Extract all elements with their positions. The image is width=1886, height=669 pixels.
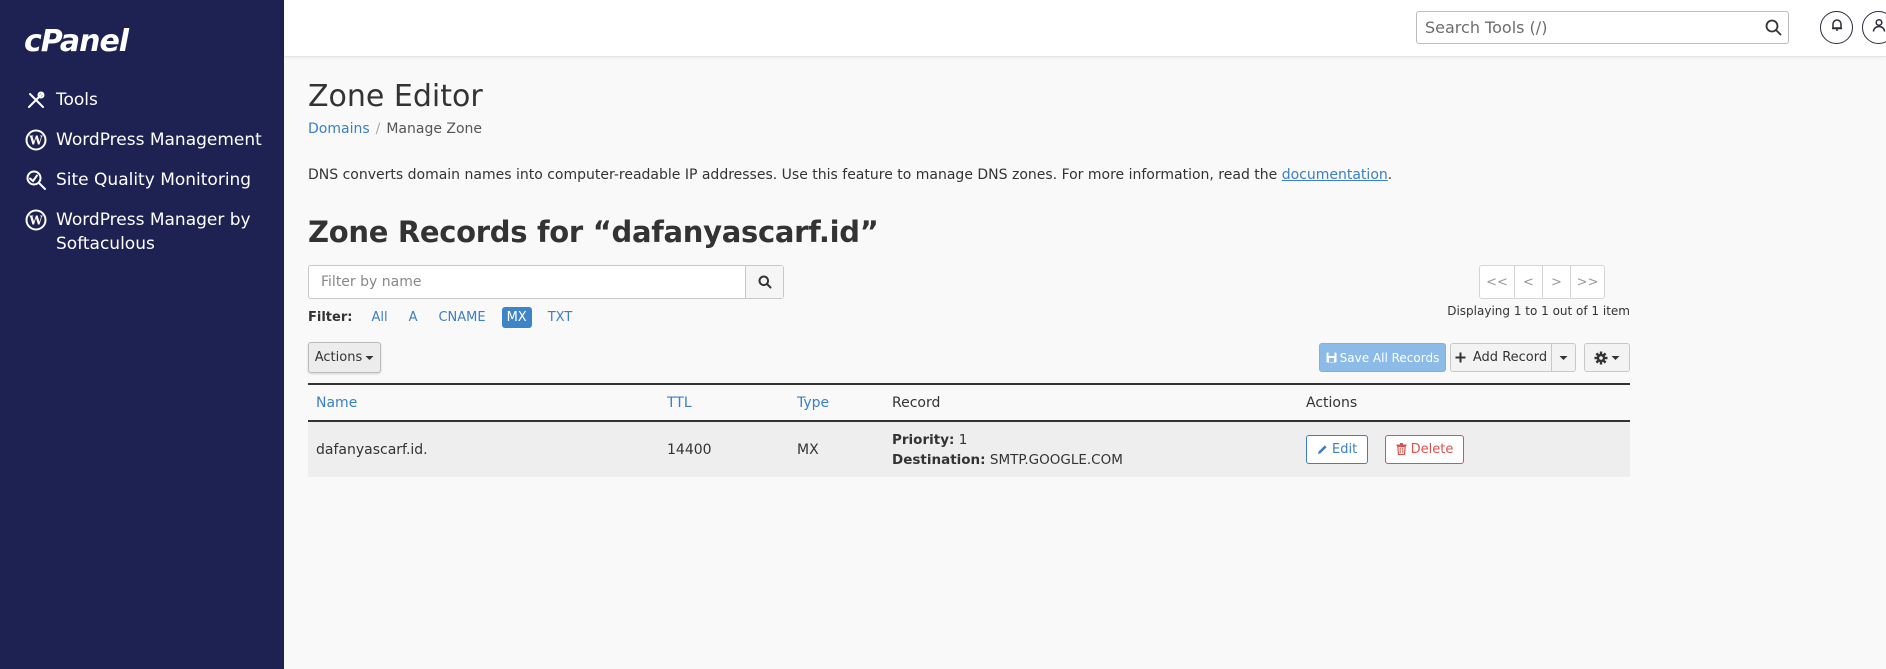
svg-text:W: W bbox=[28, 134, 43, 148]
save-all-label: Save All Records bbox=[1339, 350, 1440, 365]
destination-value: SMTP.GOOGLE.COM bbox=[989, 451, 1123, 468]
page-description: DNS converts domain names into computer-… bbox=[308, 167, 1392, 183]
filter-all[interactable]: All bbox=[366, 307, 392, 328]
save-all-records-button[interactable]: Save All Records bbox=[1319, 343, 1446, 372]
add-record-button[interactable]: Add Record bbox=[1450, 343, 1552, 372]
cpanel-logo[interactable]: cPanel bbox=[24, 24, 129, 59]
column-header-record: Record bbox=[884, 383, 1298, 422]
save-icon bbox=[1326, 352, 1337, 363]
filter-label: Filter: bbox=[308, 310, 353, 325]
page-last-button[interactable]: >> bbox=[1570, 265, 1605, 299]
cell-type: MX bbox=[789, 421, 884, 477]
actions-label: Actions bbox=[314, 350, 363, 365]
filter-search-button[interactable] bbox=[745, 266, 783, 298]
sidebar-item-wordpress-management[interactable]: W WordPress Management bbox=[0, 128, 284, 152]
column-header-type[interactable]: Type bbox=[789, 383, 884, 422]
description-text: DNS converts domain names into computer-… bbox=[308, 167, 1282, 183]
sidebar-item-label: Site Quality Monitoring bbox=[56, 170, 252, 190]
filter-cname[interactable]: CNAME bbox=[433, 307, 490, 328]
page-title: Zone Editor bbox=[308, 79, 483, 114]
documentation-link[interactable]: documentation bbox=[1282, 167, 1388, 183]
user-menu-button[interactable] bbox=[1862, 11, 1886, 44]
sidebar: cPanel Tools W WordPress Management Site… bbox=[0, 0, 284, 669]
page-next-button[interactable]: > bbox=[1542, 265, 1571, 299]
breadcrumb-domains-link[interactable]: Domains bbox=[308, 121, 370, 137]
site-quality-icon bbox=[24, 168, 48, 192]
sidebar-item-label: WordPress Manager by Softaculous bbox=[56, 210, 251, 254]
cell-record: Priority: 1 Destination: SMTP.GOOGLE.COM bbox=[884, 421, 1298, 477]
search-tools bbox=[1416, 11, 1789, 44]
zone-records-table: Name TTL Type Record Actions dafanyascar… bbox=[308, 383, 1630, 477]
destination-label: Destination: bbox=[892, 451, 986, 468]
cell-ttl: 14400 bbox=[659, 421, 789, 477]
filter-search bbox=[308, 265, 784, 299]
notifications-button[interactable] bbox=[1820, 11, 1853, 44]
record-type-filters: Filter: All A CNAME MX TXT bbox=[308, 307, 588, 328]
table-row: dafanyascarf.id. 14400 MX Priority: 1 De… bbox=[308, 421, 1630, 477]
pagination: << < > >> bbox=[1479, 265, 1605, 299]
column-header-actions: Actions bbox=[1298, 383, 1630, 422]
gear-icon bbox=[1594, 351, 1608, 364]
priority-value: 1 bbox=[958, 431, 968, 448]
sidebar-item-site-quality-monitoring[interactable]: Site Quality Monitoring bbox=[0, 168, 284, 192]
page-prev-button[interactable]: < bbox=[1514, 265, 1543, 299]
caret-down-icon bbox=[365, 355, 374, 360]
table-header-row: Name TTL Type Record Actions bbox=[308, 383, 1630, 422]
description-end: . bbox=[1387, 167, 1393, 183]
filter-by-name-input[interactable] bbox=[309, 266, 745, 298]
search-icon bbox=[758, 275, 771, 289]
record-destination: Destination: SMTP.GOOGLE.COM bbox=[892, 450, 1298, 470]
cell-name: dafanyascarf.id. bbox=[308, 421, 659, 477]
column-header-name[interactable]: Name bbox=[308, 383, 659, 422]
top-bar bbox=[284, 0, 1886, 57]
search-input[interactable] bbox=[1417, 12, 1737, 43]
sidebar-nav: Tools W WordPress Management Site Qualit… bbox=[0, 88, 284, 272]
wordpress-icon: W bbox=[24, 208, 48, 232]
page-first-button[interactable]: << bbox=[1479, 265, 1515, 299]
pagination-summary: Displaying 1 to 1 out of 1 item bbox=[1447, 304, 1630, 318]
user-icon bbox=[1872, 18, 1886, 37]
add-record-dropdown-toggle[interactable] bbox=[1551, 343, 1576, 372]
sidebar-item-wordpress-manager-softaculous[interactable]: W WordPress Manager by Softaculous bbox=[0, 208, 284, 256]
add-record-label: Add Record bbox=[1472, 350, 1548, 365]
edit-label: Edit bbox=[1332, 442, 1358, 458]
delete-button[interactable]: Delete bbox=[1384, 434, 1465, 464]
record-priority: Priority: 1 bbox=[892, 430, 1298, 450]
caret-down-icon bbox=[1559, 355, 1568, 360]
delete-label: Delete bbox=[1410, 441, 1454, 457]
filter-a[interactable]: A bbox=[404, 307, 423, 328]
sidebar-item-label: WordPress Management bbox=[56, 130, 262, 150]
plus-icon bbox=[1455, 352, 1466, 363]
priority-label: Priority: bbox=[892, 431, 955, 448]
actions-dropdown-button[interactable]: Actions bbox=[308, 342, 381, 373]
column-header-ttl[interactable]: TTL bbox=[659, 383, 789, 422]
filter-mx[interactable]: MX bbox=[501, 307, 532, 328]
tools-icon bbox=[24, 88, 48, 112]
cell-actions: Edit Delete bbox=[1298, 421, 1630, 477]
breadcrumb-current: Manage Zone bbox=[386, 121, 483, 137]
svg-text:W: W bbox=[28, 214, 43, 228]
breadcrumb-separator: / bbox=[375, 121, 381, 137]
search-icon[interactable] bbox=[1765, 19, 1782, 41]
settings-dropdown-button[interactable] bbox=[1584, 343, 1630, 372]
sidebar-item-label: Tools bbox=[56, 90, 98, 110]
sidebar-item-tools[interactable]: Tools bbox=[0, 88, 284, 112]
wordpress-icon: W bbox=[24, 128, 48, 152]
caret-down-icon bbox=[1611, 355, 1620, 360]
trash-icon bbox=[1396, 443, 1407, 456]
breadcrumb: Domains / Manage Zone bbox=[308, 121, 482, 137]
bell-icon bbox=[1830, 18, 1844, 37]
zone-records-title: Zone Records for “dafanyascarf.id” bbox=[308, 215, 879, 249]
pencil-icon bbox=[1318, 445, 1327, 455]
filter-txt[interactable]: TXT bbox=[543, 307, 578, 328]
edit-button[interactable]: Edit bbox=[1306, 435, 1369, 465]
